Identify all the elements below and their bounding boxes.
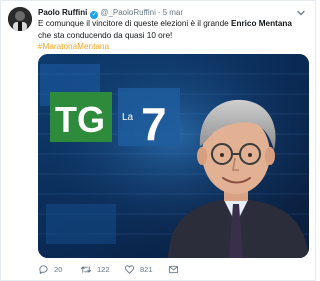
author-name[interactable]: Paolo Ruffini [38,8,87,17]
tweet-text-part: che sta conducendo da quasi 10 ore! [38,30,173,40]
like-button[interactable]: 821 [124,263,153,275]
avatar[interactable] [8,7,32,31]
tweet-photo[interactable]: TG La 7 [38,54,309,258]
retweet-button[interactable]: 122 [80,263,110,275]
heart-icon [124,264,135,274]
retweet-count: 122 [97,264,110,274]
retweet-icon [80,265,92,273]
tg-logo-sub: La [122,112,134,123]
tweet-text-bold: Enrico Mentana [230,19,292,28]
hashtag-link[interactable]: #MaratonaMentana [38,41,306,53]
tweet-text-part: E comunque il vincitore di queste elezio… [38,19,231,28]
envelope-icon [168,265,179,273]
tweet-card: Paolo Ruffini ✓ @_PaoloRuffini · 5 mar E com… [0,0,316,281]
tg-logo-number: 7 [141,98,167,150]
like-count: 821 [140,264,153,274]
separator: · [157,8,161,17]
author-handle[interactable]: @_PaoloRuffini [100,8,156,17]
reply-count: 20 [54,264,63,274]
tweet-text: E comunque il vincitore di queste elezio… [38,18,306,53]
tg-logo-text: TG [55,99,105,140]
tweet-time[interactable]: 5 mar [163,8,183,17]
direct-message-button[interactable] [168,263,184,275]
reply-button[interactable]: 20 [38,263,62,275]
reply-icon [39,264,48,274]
